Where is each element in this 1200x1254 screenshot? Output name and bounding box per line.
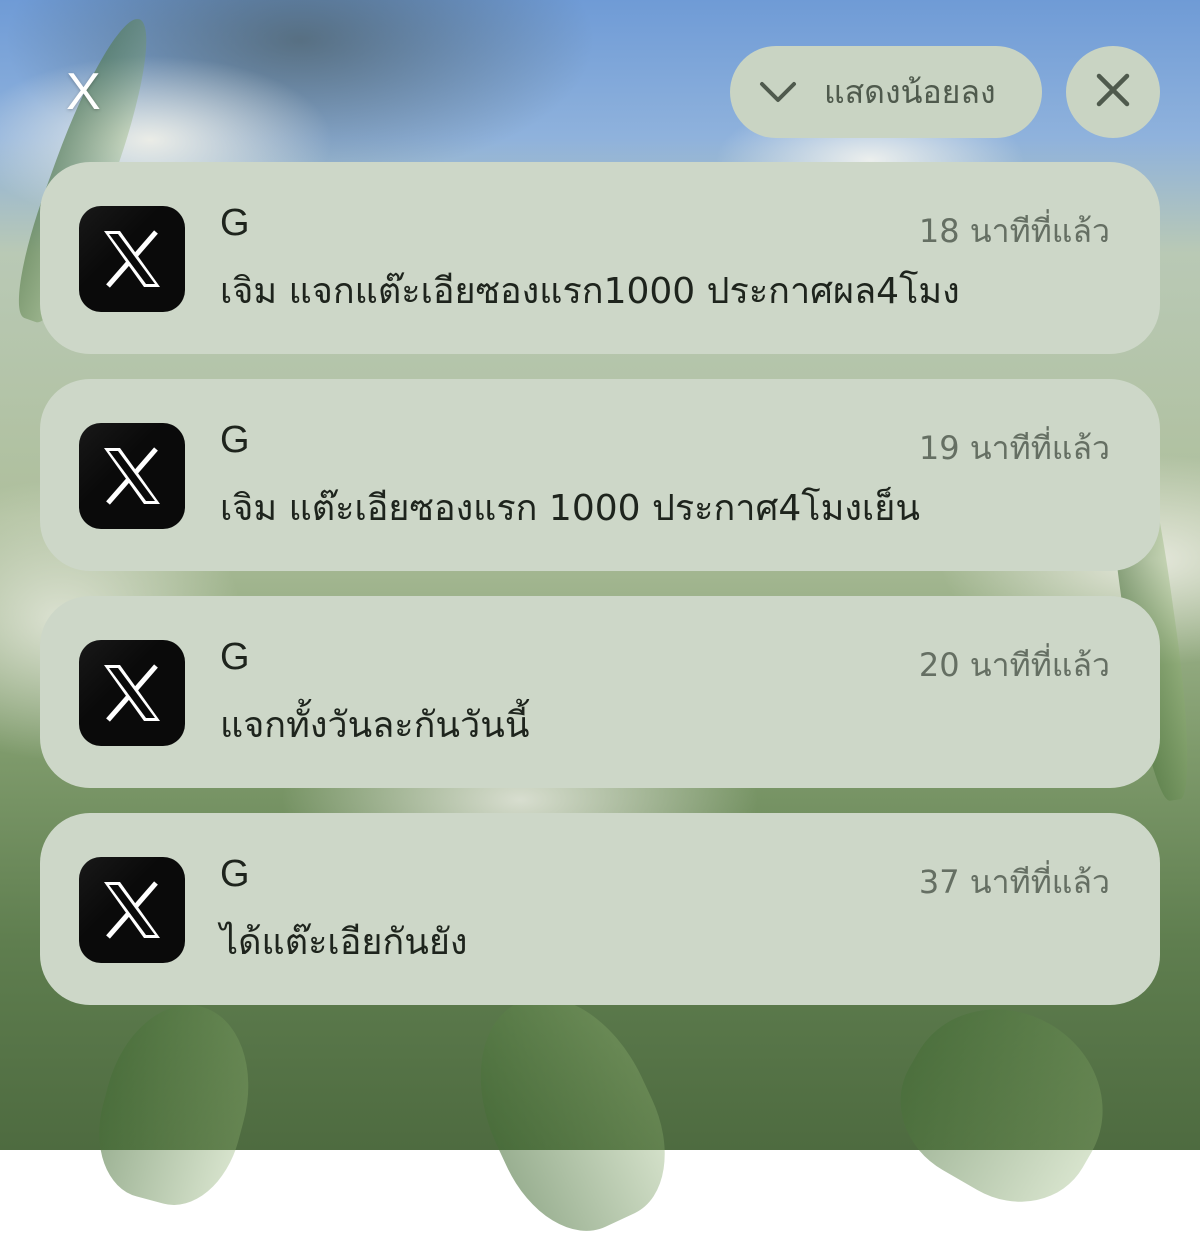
- notification-time: 19 นาทีที่แล้ว: [918, 429, 1110, 467]
- x-logo-icon: [79, 857, 185, 963]
- notification-time: 37 นาทีที่แล้ว: [918, 863, 1110, 901]
- notification-card[interactable]: G 37 นาทีที่แล้ว ได้แต๊ะเอียกันยัง: [40, 813, 1160, 1005]
- close-x-button[interactable]: X: [66, 66, 101, 118]
- x-logo-icon: [79, 640, 185, 746]
- wallpaper-leaf: [873, 974, 1137, 1230]
- close-icon: [1095, 72, 1131, 112]
- show-less-label: แสดงน้อยลง: [824, 72, 996, 111]
- notification-sender: G: [220, 419, 250, 461]
- notification-message: เจิม แต๊ะเอียซองแรก 1000 ประกาศ4โมงเย็น: [220, 488, 920, 529]
- notification-card[interactable]: G 20 นาทีที่แล้ว แจกทั้งวันละกันวันนี้: [40, 596, 1160, 788]
- notification-message: เจิม แจกแต๊ะเอียซองแรก1000 ประกาศผล4โมง: [220, 271, 960, 312]
- notification-message: ได้แต๊ะเอียกันยัง: [220, 922, 468, 963]
- notification-sender: G: [220, 636, 250, 678]
- notification-sender: G: [220, 202, 250, 244]
- wallpaper-leaf: [446, 968, 693, 1254]
- chevron-down-icon: [758, 72, 798, 112]
- notification-card[interactable]: G 19 นาทีที่แล้ว เจิม แต๊ะเอียซองแรก 100…: [40, 379, 1160, 571]
- wallpaper-leaf: [82, 988, 270, 1219]
- notification-card[interactable]: G 18 นาทีที่แล้ว เจิม แจกแต๊ะเอียซองแรก1…: [40, 162, 1160, 354]
- x-logo-icon: [79, 206, 185, 312]
- notification-sender: G: [220, 853, 250, 895]
- show-less-button[interactable]: แสดงน้อยลง: [730, 46, 1042, 138]
- notification-message: แจกทั้งวันละกันวันนี้: [220, 705, 530, 746]
- clear-notifications-button[interactable]: [1066, 46, 1160, 138]
- x-logo-icon: [79, 423, 185, 529]
- notification-time: 20 นาทีที่แล้ว: [918, 646, 1110, 684]
- notification-time: 18 นาทีที่แล้ว: [918, 212, 1110, 250]
